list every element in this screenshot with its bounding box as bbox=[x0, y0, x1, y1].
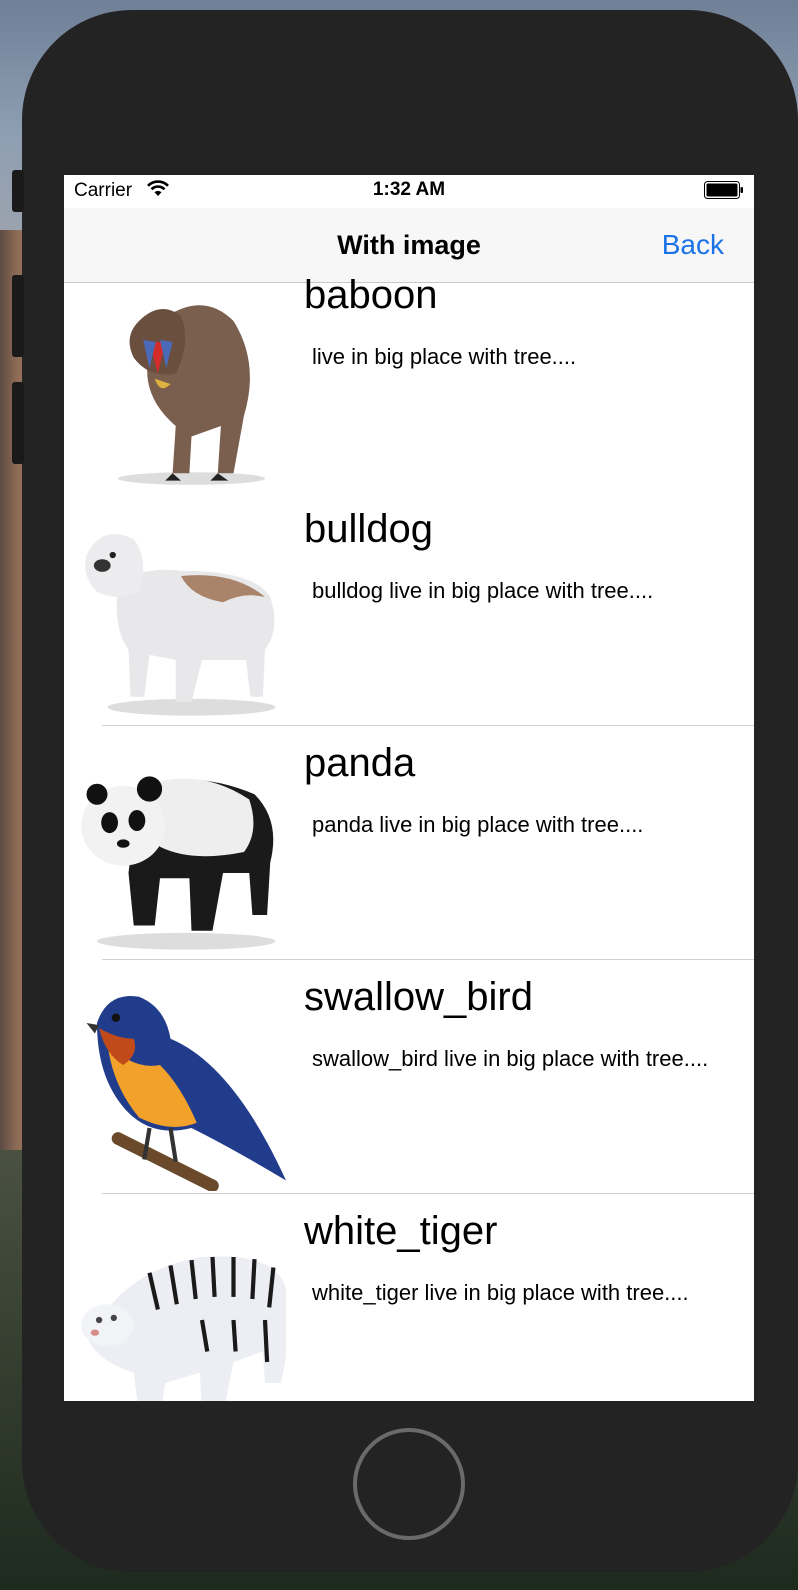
animal-description: panda live in big place with tree.... bbox=[312, 812, 644, 837]
bulldog-image bbox=[85, 534, 276, 716]
table-row[interactable]: swallow_bird swallow_bird live in big pl… bbox=[64, 975, 754, 1211]
home-button[interactable] bbox=[353, 1428, 465, 1540]
mute-switch bbox=[12, 170, 24, 212]
animal-description: bulldog live in big place with tree.... bbox=[312, 578, 654, 603]
animal-name: baboon bbox=[304, 273, 438, 317]
table-row[interactable]: baboon live in big place with tree.... bbox=[64, 273, 754, 509]
white-tiger-image bbox=[81, 1256, 286, 1401]
page-title: With image bbox=[337, 230, 481, 260]
volume-up-button bbox=[12, 275, 24, 357]
row-separator bbox=[102, 959, 754, 960]
animal-name: swallow_bird bbox=[304, 975, 533, 1019]
battery-icon bbox=[704, 181, 743, 199]
swallow-bird-image bbox=[86, 996, 286, 1191]
row-separator bbox=[102, 725, 754, 726]
back-button[interactable]: Back bbox=[662, 229, 724, 261]
status-time: 1:32 AM bbox=[372, 179, 446, 200]
animal-description: swallow_bird live in big place with tree… bbox=[312, 1046, 709, 1071]
animal-description: white_tiger live in big place with tree.… bbox=[312, 1280, 689, 1305]
table-row[interactable]: bulldog bulldog live in big place with t… bbox=[64, 507, 754, 743]
table-row[interactable]: white_tiger white_tiger live in big plac… bbox=[64, 1209, 754, 1401]
panda-image bbox=[81, 776, 276, 950]
volume-down-button bbox=[12, 382, 24, 464]
status-bar: Carrier 1:32 AM bbox=[64, 175, 754, 208]
table-row[interactable]: panda panda live in big place with tree.… bbox=[64, 741, 754, 977]
animal-name: panda bbox=[304, 741, 416, 785]
animal-name: white_tiger bbox=[304, 1209, 498, 1253]
baboon-image bbox=[118, 305, 265, 485]
row-separator bbox=[102, 1193, 754, 1194]
app-screen: Carrier 1:32 AM With image Back baboon l… bbox=[64, 175, 754, 1401]
navigation-bar: With image Back bbox=[64, 208, 754, 283]
animal-name: bulldog bbox=[304, 507, 434, 551]
animal-description: live in big place with tree.... bbox=[312, 344, 577, 369]
